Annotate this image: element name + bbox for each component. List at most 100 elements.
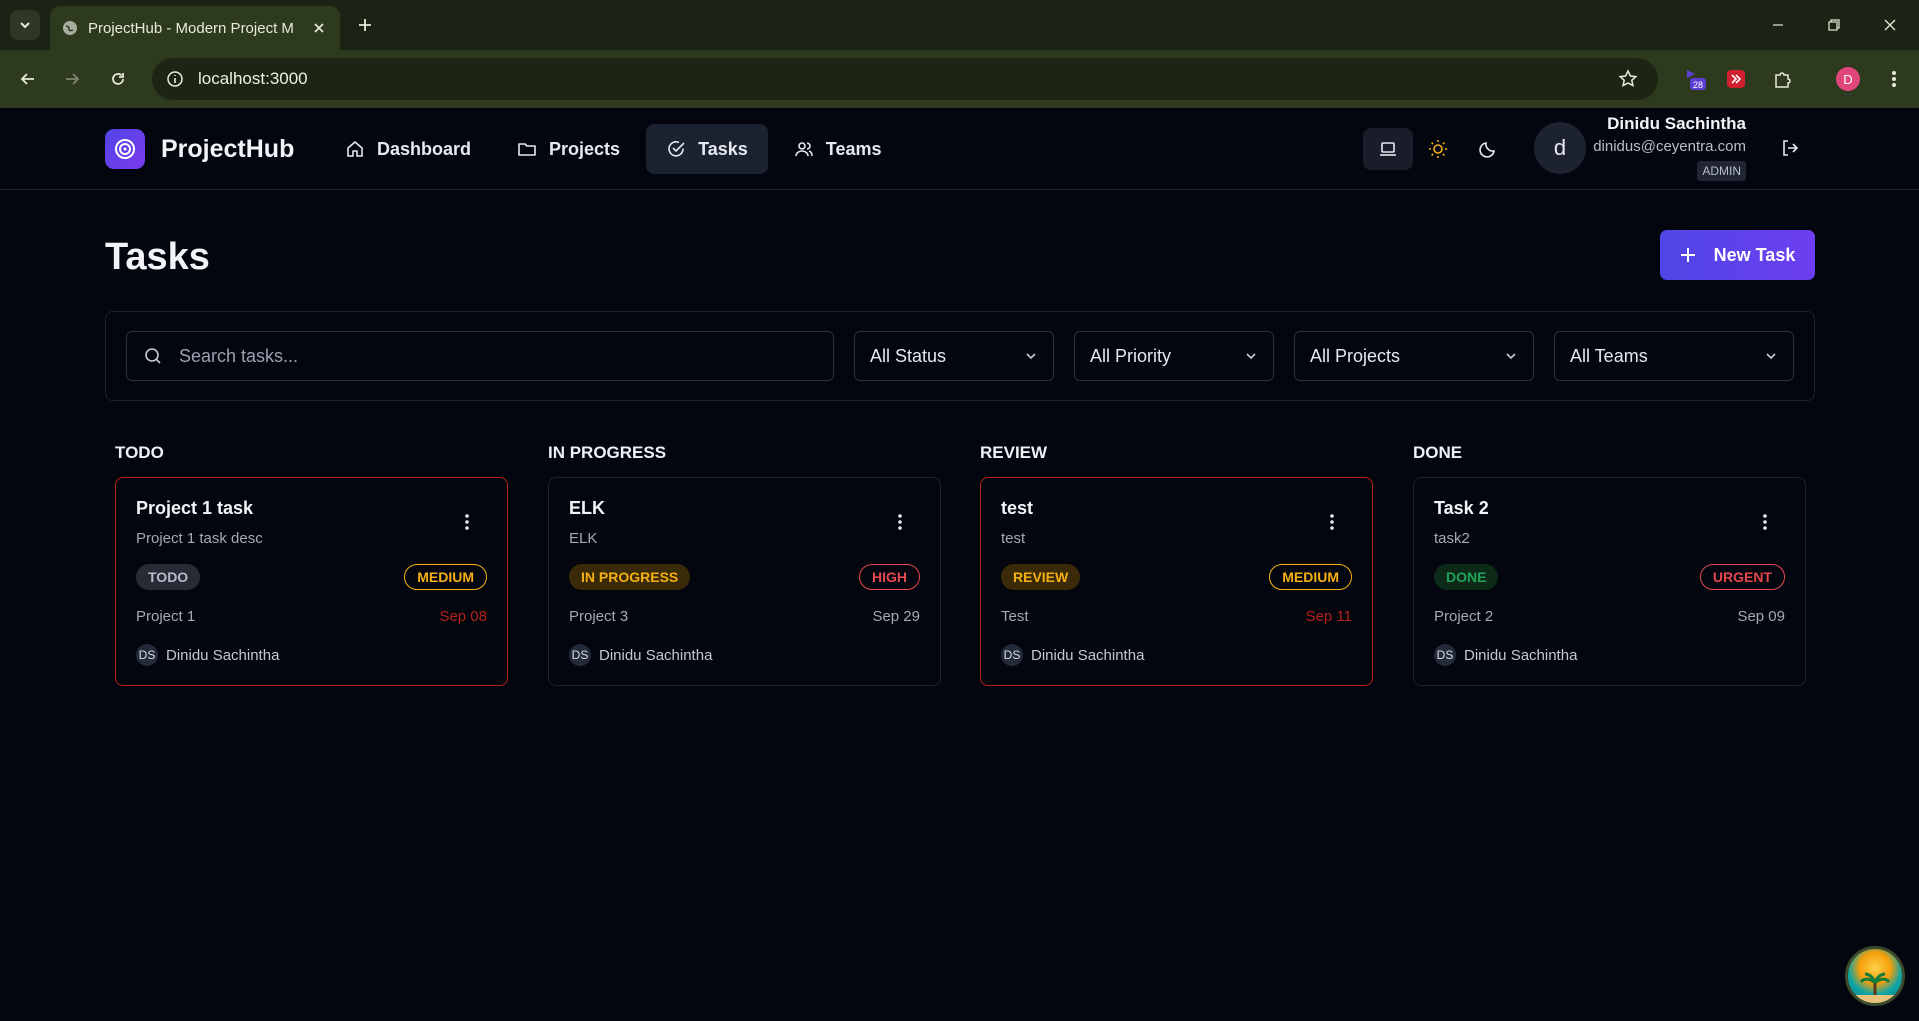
theme-dark-button[interactable] [1463, 128, 1513, 170]
users-icon [794, 142, 813, 157]
back-button[interactable] [14, 65, 42, 93]
red-extension-icon [1727, 70, 1745, 88]
brand-logo [105, 129, 145, 169]
kebab-menu-icon [898, 514, 902, 530]
task-due-date: Sep 29 [872, 608, 920, 625]
chevron-down-icon [1026, 353, 1036, 360]
task-project: Test [1001, 608, 1029, 625]
address-bar[interactable]: localhost:3000 [152, 58, 1658, 100]
chevron-down-icon [1766, 353, 1776, 360]
check-circle-icon [668, 141, 685, 157]
star-icon [1618, 69, 1638, 88]
nav-teams-label: Teams [825, 138, 882, 159]
page-title: Tasks [105, 236, 210, 278]
user-avatar[interactable]: d [1534, 122, 1586, 174]
user-info: Dinidu Sachintha dinidus@ceyentra.com AD… [1593, 114, 1746, 181]
task-card[interactable]: ELK ELK IN PROGRESS HIGH Project 3 Sep 2… [548, 477, 941, 686]
reload-button[interactable] [104, 65, 132, 93]
task-project: Project 2 [1434, 608, 1494, 625]
task-description: test [1001, 530, 1026, 547]
close-icon [1884, 19, 1896, 31]
project-filter-value: All Projects [1310, 345, 1401, 366]
task-menu-button[interactable] [896, 512, 904, 532]
app-header: ProjectHub Dashboard Projects Tasks Team… [0, 108, 1919, 190]
new-task-button[interactable]: New Task [1660, 230, 1815, 280]
reload-icon [112, 73, 124, 85]
browser-menu-button[interactable] [1880, 65, 1908, 93]
extension-button[interactable]: 28 [1680, 65, 1708, 93]
profile-button[interactable]: D [1834, 65, 1862, 93]
priority-filter-value: All Priority [1090, 345, 1172, 366]
close-window-button[interactable] [1862, 0, 1918, 50]
assignee-avatar: DS [1001, 644, 1023, 666]
nav-teams[interactable]: Teams [774, 124, 902, 174]
assignee-name: Dinidu Sachintha [1031, 646, 1145, 664]
team-filter[interactable]: All Teams [1554, 331, 1794, 381]
priority-filter[interactable]: All Priority [1074, 331, 1274, 381]
theme-light-button[interactable] [1413, 128, 1463, 170]
assignee-name: Dinidu Sachintha [166, 646, 280, 664]
new-task-label: New Task [1713, 244, 1796, 265]
brand[interactable]: ProjectHub [105, 129, 294, 169]
column-done: DONE Task 2 task2 DONE URGENT Project 2 … [1413, 443, 1806, 686]
logout-button[interactable] [1776, 134, 1804, 162]
browser-tab[interactable]: ProjectHub - Modern Project M [50, 6, 340, 50]
kebab-menu-icon [1763, 514, 1767, 530]
nav-dashboard[interactable]: Dashboard [325, 124, 491, 174]
extension-badge-count: 28 [1693, 80, 1703, 90]
search-input[interactable] [179, 345, 779, 367]
tab-close-icon[interactable] [310, 19, 328, 37]
priority-badge: HIGH [859, 564, 920, 590]
priority-badge: URGENT [1699, 564, 1785, 590]
task-menu-button[interactable] [1328, 512, 1336, 532]
restore-button[interactable] [1806, 0, 1862, 50]
task-due-date: Sep 11 [1305, 608, 1352, 625]
task-card[interactable]: test test REVIEW MEDIUM Test Sep 11 DS D… [980, 477, 1373, 686]
task-card[interactable]: Project 1 task Project 1 task desc TODO … [115, 477, 508, 686]
nav-projects[interactable]: Projects [497, 124, 640, 174]
chevron-down-icon [20, 22, 30, 29]
theme-system-button[interactable] [1363, 128, 1413, 170]
info-icon[interactable] [166, 70, 184, 88]
tab-search-button[interactable] [10, 10, 40, 40]
search-icon [145, 348, 161, 364]
task-card[interactable]: Task 2 task2 DONE URGENT Project 2 Sep 0… [1413, 477, 1806, 686]
task-menu-button[interactable] [463, 512, 471, 532]
extensions-menu-button[interactable] [1768, 65, 1796, 93]
status-filter[interactable]: All Status [854, 331, 1054, 381]
task-assignee: DS Dinidu Sachintha [1001, 644, 1144, 666]
kebab-menu-icon [1330, 514, 1334, 530]
assignee-avatar: DS [1434, 644, 1456, 666]
project-filter[interactable]: All Projects [1294, 331, 1534, 381]
extension-wizard-icon: 28 [1687, 70, 1706, 90]
minimize-icon [1773, 24, 1783, 26]
task-menu-button[interactable] [1761, 512, 1769, 532]
column-review: REVIEW test test REVIEW MEDIUM Test Sep … [980, 443, 1373, 686]
column-title: IN PROGRESS [548, 443, 667, 462]
extension-button-2[interactable] [1722, 65, 1750, 93]
arrow-left-icon [20, 73, 34, 85]
bookmark-button[interactable] [1614, 65, 1642, 93]
task-description: ELK [569, 530, 598, 547]
user-role-badge: ADMIN [1697, 161, 1746, 181]
minimize-button[interactable] [1750, 0, 1806, 50]
forward-button[interactable] [58, 65, 86, 93]
column-title: REVIEW [980, 443, 1048, 462]
plus-icon [359, 19, 371, 31]
task-due-date: Sep 09 [1737, 608, 1785, 625]
brand-name: ProjectHub [161, 134, 295, 163]
globe-icon [63, 21, 77, 35]
browser-toolbar: localhost:3000 28 D [0, 50, 1919, 108]
restore-icon [1828, 19, 1840, 31]
status-badge: DONE [1434, 564, 1499, 590]
user-email: dinidus@ceyentra.com [1593, 138, 1746, 155]
nav-tasks[interactable]: Tasks [646, 124, 768, 174]
task-project: Project 3 [569, 608, 629, 625]
floating-assistant-button[interactable] [1845, 946, 1905, 1006]
search-box[interactable] [126, 331, 834, 381]
new-tab-button[interactable] [352, 12, 378, 38]
priority-badge: MEDIUM [1269, 564, 1352, 590]
task-due-date: Sep 08 [439, 608, 487, 625]
status-badge: TODO [136, 564, 201, 590]
kebab-menu-icon [465, 514, 469, 530]
